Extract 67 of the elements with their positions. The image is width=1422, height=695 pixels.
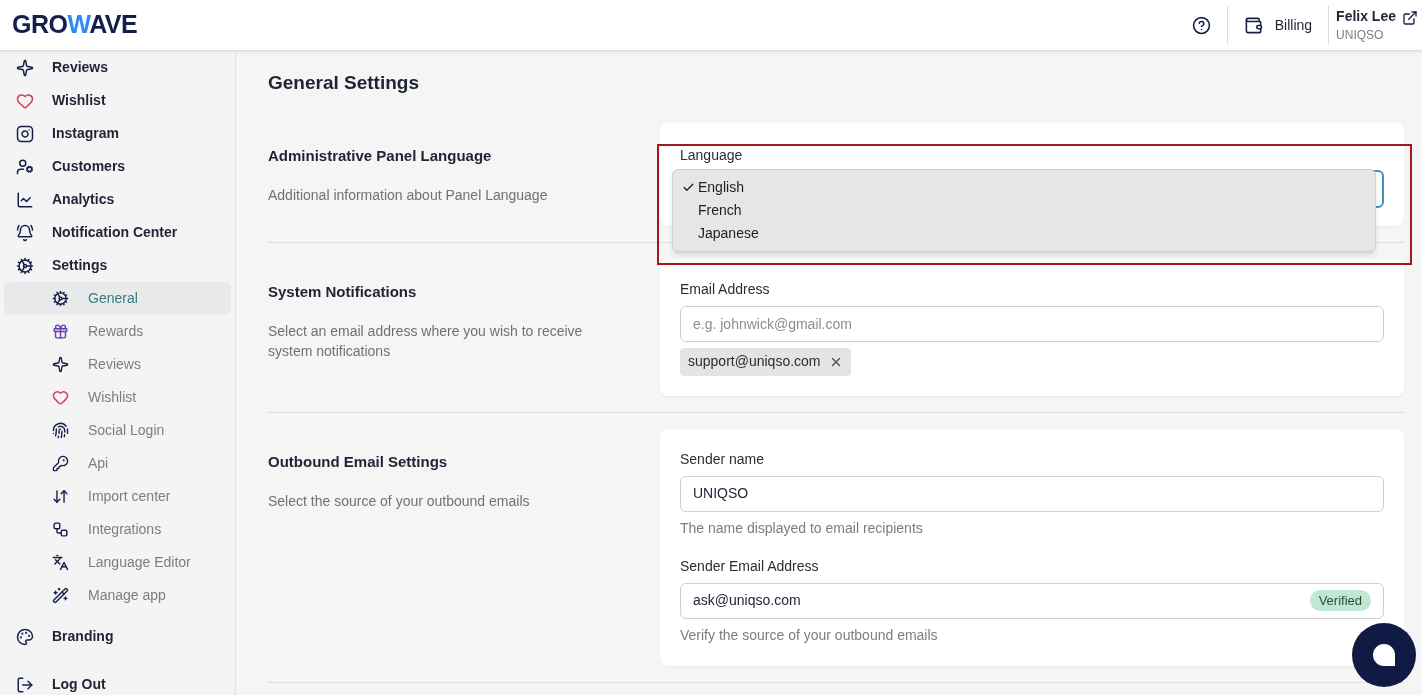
logo[interactable]: GROWAVE	[12, 6, 138, 44]
sidebar-item[interactable]: Wishlist	[4, 84, 231, 117]
chat-bubble-icon	[1372, 643, 1396, 667]
fingerprint-icon	[52, 422, 69, 439]
dropdown-option[interactable]: Japanese	[698, 222, 759, 244]
help-text: Verify the source of your outbound emails	[680, 625, 939, 645]
section-title: System Notifications	[268, 281, 418, 302]
help-text: The name displayed to email recipients	[680, 518, 924, 538]
section-description: Select the source of your outbound emails	[268, 492, 531, 511]
key-icon	[52, 455, 69, 472]
chart-icon	[16, 190, 34, 209]
sidebar-item[interactable]: Notification Center	[4, 216, 231, 249]
user-icon	[16, 157, 34, 176]
sidebar-subitem[interactable]: Rewards	[4, 315, 231, 348]
help-icon[interactable]	[1191, 15, 1211, 35]
logout-icon	[16, 675, 34, 694]
heart-icon	[52, 389, 69, 406]
section-description: Select an email address where you wish to receive system notifications	[268, 322, 584, 361]
sidebar-subitem[interactable]: General	[4, 282, 231, 315]
wallet-icon	[1243, 15, 1263, 35]
settings-icon	[16, 256, 34, 275]
sidebar-subitem[interactable]: Integrations	[4, 513, 231, 546]
field-label: Sender name	[680, 449, 766, 469]
text-field[interactable]: ask@uniqso.com Verified	[680, 582, 1384, 619]
field-label: Email Address	[680, 279, 771, 299]
field-label: Language	[680, 145, 744, 165]
bell-icon	[16, 223, 34, 242]
tag-text: support@uniqso.com	[688, 352, 821, 371]
dropdown-option[interactable]: French	[698, 199, 742, 221]
billing-button[interactable]: Billing	[1227, 14, 1329, 36]
sidebar-subitem[interactable]: Social Login	[4, 414, 231, 447]
field-label: Sender Email Address	[680, 556, 820, 576]
sidebar-subitem[interactable]: Language Editor	[4, 546, 231, 579]
text-field[interactable]: UNIQSO	[680, 475, 1384, 512]
dropdown-option[interactable]: English	[698, 176, 744, 198]
sidebar-subitem[interactable]: Wishlist	[4, 381, 231, 414]
palette-icon	[16, 627, 34, 646]
heart-icon	[16, 91, 34, 110]
sidebar-item[interactable]: Log Out	[4, 668, 231, 695]
page-title: General Settings	[268, 71, 420, 95]
sparkle-icon	[16, 58, 34, 77]
sidebar-subitem[interactable]: Manage app	[4, 579, 231, 612]
sidebar-item[interactable]: Settings	[4, 249, 231, 282]
arrows-icon	[52, 488, 69, 505]
camera-icon	[16, 124, 34, 143]
translate-icon	[52, 554, 69, 571]
user-name: Felix Lee	[1336, 7, 1396, 26]
sidebar-subitem[interactable]: Reviews	[4, 348, 231, 381]
company-name: UNIQSO	[1336, 27, 1385, 44]
nodes-icon	[52, 521, 69, 538]
section-description: Additional information about Panel Language	[268, 186, 549, 205]
sparkle-icon	[52, 356, 69, 373]
section-title: Outbound Email Settings	[268, 451, 449, 472]
gift-icon	[52, 323, 69, 340]
sidebar-item[interactable]: Branding	[4, 620, 231, 653]
sidebar-subitem[interactable]: Api	[4, 447, 231, 480]
section-title: Administrative Panel Language	[268, 145, 493, 166]
settings-icon	[52, 290, 69, 307]
sidebar-item[interactable]: Reviews	[4, 51, 231, 84]
wand-icon	[52, 587, 69, 604]
email-field[interactable]: e.g. johnwick@gmail.com	[680, 305, 1384, 342]
sidebar-item[interactable]: Customers	[4, 150, 231, 183]
sidebar-item[interactable]: Instagram	[4, 117, 231, 150]
sidebar-item[interactable]: Analytics	[4, 183, 231, 216]
verified-badge: Verified	[1309, 590, 1371, 611]
external-link-icon[interactable]	[1402, 10, 1418, 26]
sidebar-subitem[interactable]: Import center	[4, 480, 231, 513]
